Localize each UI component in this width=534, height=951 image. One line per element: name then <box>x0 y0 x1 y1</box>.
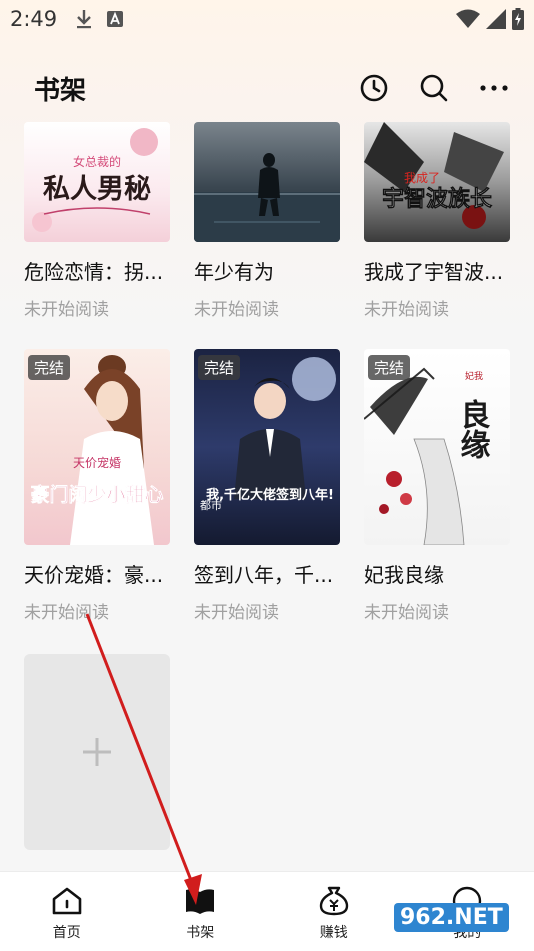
more-button[interactable] <box>478 72 510 104</box>
cover-title: 良缘 <box>455 398 491 459</box>
search-icon <box>420 74 448 102</box>
book-read-status: 未开始阅读 <box>194 300 279 320</box>
home-icon <box>52 887 82 915</box>
wifi-icon <box>456 9 480 28</box>
book-item[interactable]: 年少有为 未开始阅读 <box>194 122 340 320</box>
book-read-status: 未开始阅读 <box>194 603 279 623</box>
cover-art: 我成了 宇智波族长 <box>364 122 504 229</box>
book-title: 危险恋情：拐... <box>24 260 164 284</box>
search-button[interactable] <box>418 72 450 104</box>
more-icon <box>480 85 508 91</box>
completed-badge: 完结 <box>198 355 241 380</box>
plus-icon <box>83 738 111 766</box>
book-cover[interactable]: 良缘 妃我 完结 <box>364 349 510 545</box>
book-item[interactable]: 都市 我,千亿大佬签到八年! 完结 签到八年，千... 未开始阅读 <box>194 349 340 623</box>
watermark-text: 962.NET <box>394 902 509 932</box>
book-cover[interactable] <box>194 122 340 242</box>
status-time: 2:49 <box>10 7 58 31</box>
book-read-status: 未开始阅读 <box>364 300 449 320</box>
cover-art <box>194 153 340 242</box>
book-title: 年少有为 <box>194 260 274 284</box>
book-item[interactable]: 我成了 宇智波族长 我成了宇智波... 未开始阅读 <box>364 122 510 320</box>
cover-title: 豪门阔少小甜心 <box>30 483 163 506</box>
book-cover[interactable]: 都市 我,千亿大佬签到八年! 完结 <box>194 349 340 545</box>
nav-label-home: 首页 <box>52 925 81 941</box>
app-notification-icon <box>107 11 124 27</box>
book-item[interactable]: 良缘 妃我 完结 妃我良缘 未开始阅读 <box>364 349 510 623</box>
page-title: 书架 <box>34 75 87 106</box>
cover-subtitle: 女总裁的 <box>73 154 121 169</box>
completed-badge: 完结 <box>368 355 411 380</box>
nav-label-bookshelf: 书架 <box>186 925 215 941</box>
status-bar: 2:49 <box>0 0 534 38</box>
battery-icon <box>512 8 524 30</box>
book-cover[interactable]: 天价宠婚 豪门阔少小甜心 完结 <box>24 349 170 545</box>
book-item[interactable]: 女总裁的 私人男秘 危险恋情：拐... 未开始阅读 <box>24 122 170 320</box>
site-watermark: 962.NET <box>394 890 528 944</box>
cover-art: 女总裁的 私人男秘 <box>32 128 158 232</box>
download-icon <box>77 10 92 29</box>
book-title: 妃我良缘 <box>364 563 444 587</box>
add-book-button[interactable] <box>24 654 170 850</box>
nav-item-bookshelf[interactable]: 书架 <box>134 872 268 951</box>
header: 书架 <box>0 60 534 116</box>
signal-icon <box>486 9 506 29</box>
cover-title: 我,千亿大佬签到八年! <box>206 487 334 503</box>
book-title: 天价宠婚：豪... <box>24 563 164 587</box>
bookshelf-icon <box>186 889 215 914</box>
history-button[interactable] <box>358 72 390 104</box>
book-read-status: 未开始阅读 <box>24 603 109 623</box>
book-cover[interactable]: 我成了 宇智波族长 <box>364 122 510 242</box>
book-title: 我成了宇智波... <box>364 260 504 284</box>
money-bag-icon <box>319 886 348 916</box>
nav-item-earn[interactable]: 赚钱 <box>267 872 401 951</box>
nav-item-home[interactable]: 首页 <box>0 872 134 951</box>
cover-subtitle: 天价宠婚 <box>73 455 121 470</box>
book-cover[interactable]: 女总裁的 私人男秘 <box>24 122 170 242</box>
cover-subtitle: 妃我 <box>465 370 483 382</box>
book-item[interactable]: 天价宠婚 豪门阔少小甜心 完结 天价宠婚：豪... 未开始阅读 <box>24 349 170 623</box>
cover-title: 宇智波族长 <box>382 186 493 212</box>
nav-label-earn: 赚钱 <box>319 925 348 941</box>
book-title: 签到八年，千... <box>194 563 334 587</box>
clock-icon <box>360 74 388 102</box>
cover-subtitle: 我成了 <box>404 171 440 185</box>
book-read-status: 未开始阅读 <box>364 603 449 623</box>
cover-title: 私人男秘 <box>43 174 151 205</box>
completed-badge: 完结 <box>28 355 71 380</box>
book-read-status: 未开始阅读 <box>24 300 109 320</box>
